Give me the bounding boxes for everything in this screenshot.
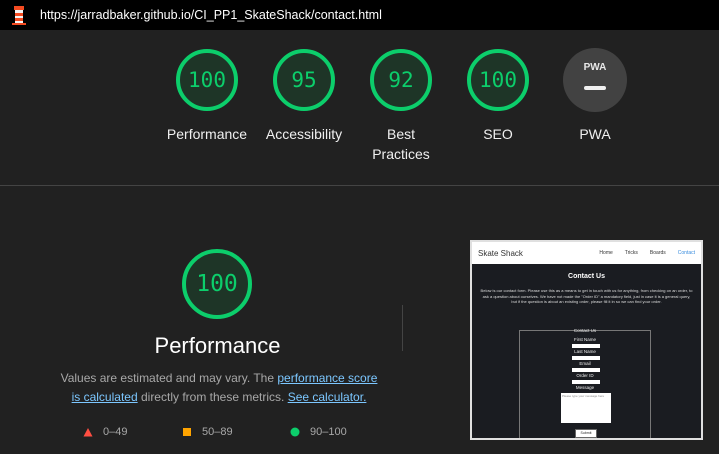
score-ring: 100: [466, 48, 530, 112]
thumb-paragraph: Below is our contact form. Please use th…: [480, 288, 693, 304]
thumb-heading: Contact Us: [568, 273, 605, 280]
score-value: 100: [188, 68, 226, 92]
performance-description: Values are estimated and may vary. The p…: [60, 371, 378, 404]
score-value: 100: [479, 68, 517, 92]
pwa-badge-text: PWA: [583, 62, 607, 73]
pwa-badge: PWA: [563, 48, 627, 112]
triangle-icon: [83, 428, 93, 437]
thumb-navbar: Skate Shack Home Tricks Boards Contact: [472, 242, 701, 264]
score-value: 95: [291, 68, 317, 92]
legend-average: 50–89: [182, 426, 233, 438]
gauge-label: SEO: [483, 126, 513, 142]
vertical-divider: [402, 305, 403, 351]
gauge-label: Best Practices: [372, 126, 430, 162]
legend-pass: 90–100: [290, 426, 347, 438]
gauge-best-practices[interactable]: 92 Best Practices: [346, 48, 456, 164]
score-ring: 100: [175, 48, 239, 112]
gauge-pwa[interactable]: PWA PWA: [540, 48, 650, 144]
gauge-performance[interactable]: 100 Performance: [152, 48, 262, 144]
gauge-label: Performance: [166, 126, 248, 142]
see-calculator-link[interactable]: See calculator.: [288, 390, 367, 404]
gauge-label: PWA: [579, 126, 611, 142]
thumb-brand: Skate Shack: [478, 248, 523, 258]
score-value: 92: [388, 68, 414, 92]
score-ring: 95: [272, 48, 336, 112]
thumb-contact-form: Contact Us First Name Last Name Email Or…: [519, 328, 651, 438]
performance-score-link[interactable]: performance score: [277, 371, 377, 385]
page-url[interactable]: https://jarradbaker.github.io/CI_PP1_Ska…: [40, 8, 382, 22]
gauge-label: Accessibility: [265, 126, 343, 142]
gauge-accessibility[interactable]: 95 Accessibility: [249, 48, 359, 144]
is-calculated-link[interactable]: is calculated: [72, 390, 138, 404]
section-divider: [0, 185, 719, 186]
page-screenshot-thumbnail[interactable]: Skate Shack Home Tricks Boards Contact C…: [470, 240, 703, 440]
legend-fail: 0–49: [83, 426, 127, 438]
score-ring: 92: [369, 48, 433, 112]
square-icon: [183, 428, 191, 436]
performance-score-gauge: 100: [181, 248, 253, 320]
browser-address-bar: https://jarradbaker.github.io/CI_PP1_Ska…: [0, 0, 719, 30]
performance-title: Performance: [154, 333, 281, 358]
thumb-nav-links: Home Tricks Boards Contact: [599, 250, 695, 256]
gauge-seo[interactable]: 100 SEO: [443, 48, 553, 144]
circle-icon: [290, 427, 300, 437]
category-gauges: 100 Performance 95 Accessibility 92 Best…: [0, 48, 719, 178]
performance-score-value: 100: [196, 271, 238, 297]
lighthouse-icon: [12, 6, 26, 25]
